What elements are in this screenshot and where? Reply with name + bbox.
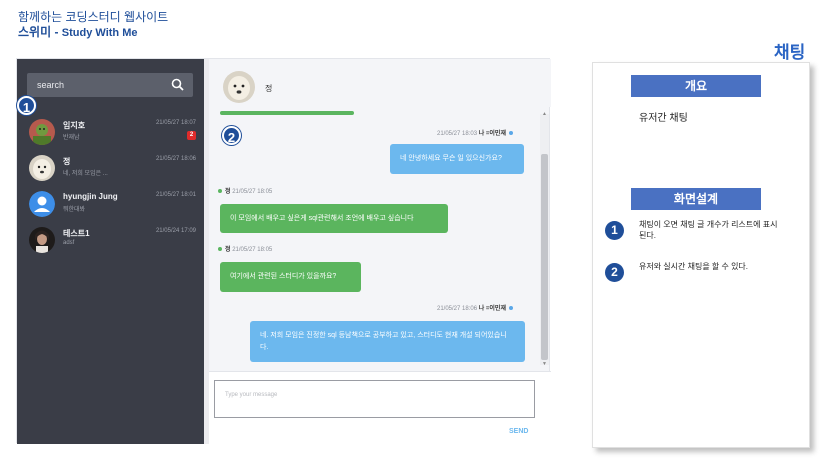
contact-time: 21/05/27 18:06 [155,156,196,162]
contact-preview: adsf [63,240,75,246]
message-time: 21/05/27 18:05 [232,247,273,253]
description-panel: 개요 유저간 채팅 화면설계 1 채팅이 오면 채팅 글 개수가 리스트에 표시… [592,62,810,448]
message-sender: 나 =이민재 [478,131,506,137]
message-meta: 정 21/05/27 18:05 [218,186,272,195]
avatar [29,119,55,145]
message-meta: 정 21/05/27 18:05 [218,244,272,253]
contact-item[interactable]: 정 네, 저희 모임은 ... 21/05/27 18:06 [27,151,199,187]
summary-text: 유저간 채팅 [639,113,688,124]
design-item-text: 유저와 실시간 채팅을 할 수 있다. [639,262,749,271]
contact-time: 21/05/27 18:01 [155,192,196,198]
message-sender: 정 [225,189,231,195]
online-dot-icon [508,131,513,136]
contact-preview: 반재남 [63,135,80,141]
contact-time: 21/05/27 18:07 [155,120,196,126]
design-heading: 화면설계 [631,188,761,210]
subtitle-en: Study With Me [61,27,138,39]
message-placeholder: Type your message [225,392,278,398]
message-time: 21/05/27 18:03 [437,131,478,137]
send-button[interactable]: SEND [509,428,528,435]
contact-time: 21/05/24 17:09 [155,228,196,234]
avatar [29,227,55,253]
contact-name: hyungjin Jung [63,192,118,201]
message-input[interactable]: Type your message [214,380,535,418]
message-bubble-theirs: 이 모임에서 배우고 싶은게 sql관련해서 조언에 배우고 싶습니다 [220,204,448,233]
partner-status-bar [220,111,354,115]
callout-2-icon: 2 [222,126,241,145]
scroll-up-arrow-icon[interactable]: ▲ [542,111,547,117]
callout-1-icon: 1 [17,96,36,115]
subtitle-ko: 스위미 - [18,25,62,39]
search-icon[interactable] [171,78,184,91]
callout-2-icon: 2 [605,263,624,282]
scrollbar-thumb[interactable] [541,154,548,360]
message-composer: Type your message SEND [209,371,551,444]
message-bubble-theirs: 여기에서 관련된 스터디가 있을까요? [220,262,361,292]
partner-avatar [223,71,255,103]
document-title: 함께하는 코딩스터디 웹사이트 [18,10,169,24]
online-dot-icon [508,306,513,311]
contact-name: 테스트1 [63,229,90,238]
section-title: 채팅 [774,43,806,62]
unread-badge: 2 [187,131,196,140]
message-meta: 21/05/27 18:03 나 =이민재 [437,128,513,137]
avatar [29,155,55,181]
chat-header: 정 [209,59,551,107]
online-dot-icon [218,247,222,252]
contact-name: 정 [63,157,71,166]
message-bubble-mine: 네. 저희 모임은 진정한 sql 등남책으로 공부하고 있고, 스터디도 현재… [250,321,525,362]
message-time: 21/05/27 18:06 [437,306,478,312]
message-bubble-mine: 네 안녕하세요 무슨 일 있으신가요? [390,144,524,174]
document-header: 함께하는 코딩스터디 웹사이트 스위미 - Study With Me [18,10,168,41]
summary-heading: 개요 [631,75,761,97]
message-sender: 나 =이민재 [478,306,506,312]
message-sender: 정 [225,247,231,253]
chat-app: search 임지호 반재남 21/05/27 18:07 2 정 네, 저희 … [16,58,551,444]
design-item-text: 채팅이 오면 채팅 글 개수가 리스트에 표시된다. [639,220,778,240]
scroll-down-arrow-icon[interactable]: ▼ [542,361,547,367]
callout-1-icon: 1 [605,221,624,240]
message-meta: 21/05/27 18:06 나 =이민재 [437,303,513,312]
contact-item[interactable]: 테스트1 adsf 21/05/24 17:09 [27,223,199,259]
default-user-icon [29,191,55,217]
messages-scrollbar[interactable] [540,114,549,365]
contact-preview: 뭐한대봐 [63,207,86,213]
contact-preview: 네, 저희 모임은 ... [63,171,108,177]
contact-item[interactable]: 임지호 반재남 21/05/27 18:07 2 [27,115,199,151]
partner-name: 정 [265,84,273,93]
online-dot-icon [218,189,222,194]
chat-sidebar: search 임지호 반재남 21/05/27 18:07 2 정 네, 저희 … [17,59,204,444]
contact-name: 임지호 [63,121,86,130]
message-time: 21/05/27 18:05 [232,189,273,195]
search-input[interactable]: search [37,80,64,90]
contact-item[interactable]: hyungjin Jung 뭐한대봐 21/05/27 18:01 [27,187,199,223]
document-subtitle: 스위미 - Study With Me [18,25,168,41]
search-box[interactable]: search [27,73,193,97]
